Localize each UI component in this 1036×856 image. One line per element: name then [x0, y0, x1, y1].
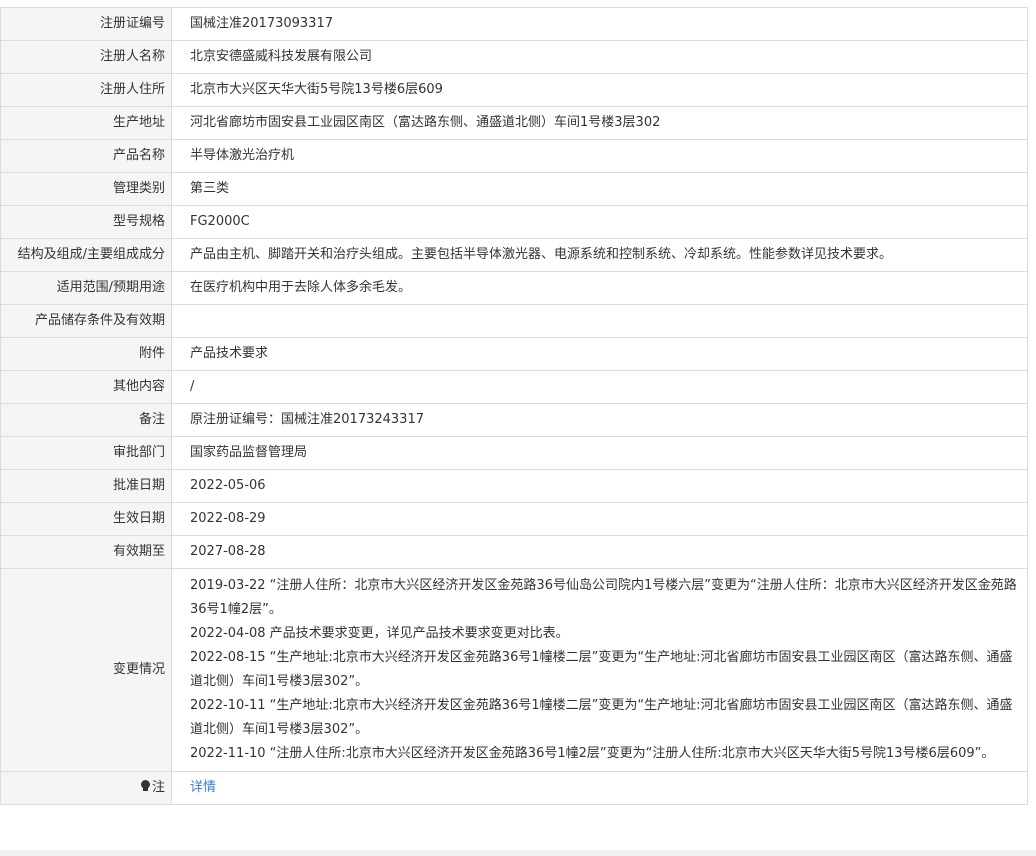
change-entry: 2022-08-15 “生产地址:北京市大兴经济开发区金苑路36号1幢楼二层”变… — [190, 650, 1013, 689]
row-label: 备注 — [0, 403, 172, 437]
info-row: 其他内容 / — [0, 370, 1028, 404]
change-entry: 2022-04-08 产品技术要求变更，详见产品技术要求变更对比表。 — [190, 626, 569, 641]
row-value: 北京安德盛威科技发展有限公司 — [171, 40, 1028, 74]
change-history-list: 2019-03-22 “注册人住所：北京市大兴区经济开发区金苑路36号仙岛公司院… — [171, 568, 1028, 772]
registration-info-table: 注册证编号 国械注准20173093317 注册人名称 北京安德盛威科技发展有限公司注… — [0, 7, 1028, 805]
row-value: 国家药品监督管理局 — [171, 436, 1028, 470]
row-label: 审批部门 — [0, 436, 172, 470]
info-row: 备注 原注册证编号：国械注准20173243317 — [0, 403, 1028, 437]
row-label: 适用范围/预期用途 — [0, 271, 172, 305]
row-label: 注册证编号 — [0, 7, 172, 41]
row-value: / — [171, 370, 1028, 404]
info-row: 批准日期 2022-05-06 — [0, 469, 1028, 503]
registration-info-body: 注册证编号 国械注准20173093317 注册人名称 北京安德盛威科技发展有限公司注… — [0, 7, 1028, 805]
row-label: 有效期至 — [0, 535, 172, 569]
change-history-label: 变更情况 — [0, 568, 172, 772]
info-row: 注册人名称 北京安德盛威科技发展有限公司 — [0, 40, 1028, 74]
row-label: 批准日期 — [0, 469, 172, 503]
info-row: 型号规格 FG2000C — [0, 205, 1028, 239]
lightbulb-icon — [140, 780, 150, 792]
info-row: 生效日期 2022-08-29 — [0, 502, 1028, 536]
info-row: 产品储存条件及有效期 — [0, 304, 1028, 338]
info-row: 产品名称 半导体激光治疗机 — [0, 139, 1028, 173]
details-link[interactable]: 详情 — [190, 780, 216, 795]
row-label: 产品名称 — [0, 139, 172, 173]
row-value: FG2000C — [171, 205, 1028, 239]
row-value: 2022-05-06 — [171, 469, 1028, 503]
row-value: 在医疗机构中用于去除人体多余毛发。 — [171, 271, 1028, 305]
info-row: 注册证编号 国械注准20173093317 — [0, 7, 1028, 41]
row-value: 2022-08-29 — [171, 502, 1028, 536]
row-label: 型号规格 — [0, 205, 172, 239]
row-value: 半导体激光治疗机 — [171, 139, 1028, 173]
registration-detail-page: 注册证编号 国械注准20173093317 注册人名称 北京安德盛威科技发展有限公司注… — [0, 0, 1036, 856]
row-value: 国械注准20173093317 — [171, 7, 1028, 41]
note-value-cell: 详情 — [171, 771, 1028, 805]
info-row: 适用范围/预期用途 在医疗机构中用于去除人体多余毛发。 — [0, 271, 1028, 305]
note-label-cell: 注 — [0, 771, 172, 805]
row-value — [171, 304, 1028, 338]
note-label: 注 — [151, 780, 165, 795]
row-label: 结构及组成/主要组成成分 — [0, 238, 172, 272]
change-history-row: 变更情况 2019-03-22 “注册人住所：北京市大兴区经济开发区金苑路36号仙… — [0, 568, 1028, 772]
change-entry: 2022-10-11 “生产地址:北京市大兴经济开发区金苑路36号1幢楼二层”变… — [190, 698, 1013, 737]
bottom-strip — [0, 850, 1036, 856]
change-entry: 2022-11-10 “注册人住所:北京市大兴区经济开发区金苑路36号1幢2层”… — [190, 746, 995, 761]
row-value: 2027-08-28 — [171, 535, 1028, 569]
row-label: 注册人住所 — [0, 73, 172, 107]
info-row: 生产地址 河北省廊坊市固安县工业园区南区（富达路东侧、通盛道北侧）车间1号楼3层3… — [0, 106, 1028, 140]
row-label: 管理类别 — [0, 172, 172, 206]
info-row: 管理类别 第三类 — [0, 172, 1028, 206]
row-label: 其他内容 — [0, 370, 172, 404]
row-value: 产品由主机、脚踏开关和治疗头组成。主要包括半导体激光器、电源系统和控制系统、冷却… — [171, 238, 1028, 272]
row-value: 河北省廊坊市固安县工业园区南区（富达路东侧、通盛道北侧）车间1号楼3层302 — [171, 106, 1028, 140]
info-row: 有效期至 2027-08-28 — [0, 535, 1028, 569]
info-row: 审批部门 国家药品监督管理局 — [0, 436, 1028, 470]
row-label: 生产地址 — [0, 106, 172, 140]
row-value: 第三类 — [171, 172, 1028, 206]
row-value: 原注册证编号：国械注准20173243317 — [171, 403, 1028, 437]
row-value: 北京市大兴区天华大街5号院13号楼6层609 — [171, 73, 1028, 107]
info-row: 结构及组成/主要组成成分 产品由主机、脚踏开关和治疗头组成。主要包括半导体激光器、… — [0, 238, 1028, 272]
note-row: 注 详情 — [0, 771, 1028, 805]
info-row: 注册人住所 北京市大兴区天华大街5号院13号楼6层609 — [0, 73, 1028, 107]
row-label: 产品储存条件及有效期 — [0, 304, 172, 338]
row-label: 注册人名称 — [0, 40, 172, 74]
row-label: 附件 — [0, 337, 172, 371]
row-label: 生效日期 — [0, 502, 172, 536]
info-row: 附件 产品技术要求 — [0, 337, 1028, 371]
row-value: 产品技术要求 — [171, 337, 1028, 371]
change-entry: 2019-03-22 “注册人住所：北京市大兴区经济开发区金苑路36号仙岛公司院… — [190, 578, 1017, 617]
